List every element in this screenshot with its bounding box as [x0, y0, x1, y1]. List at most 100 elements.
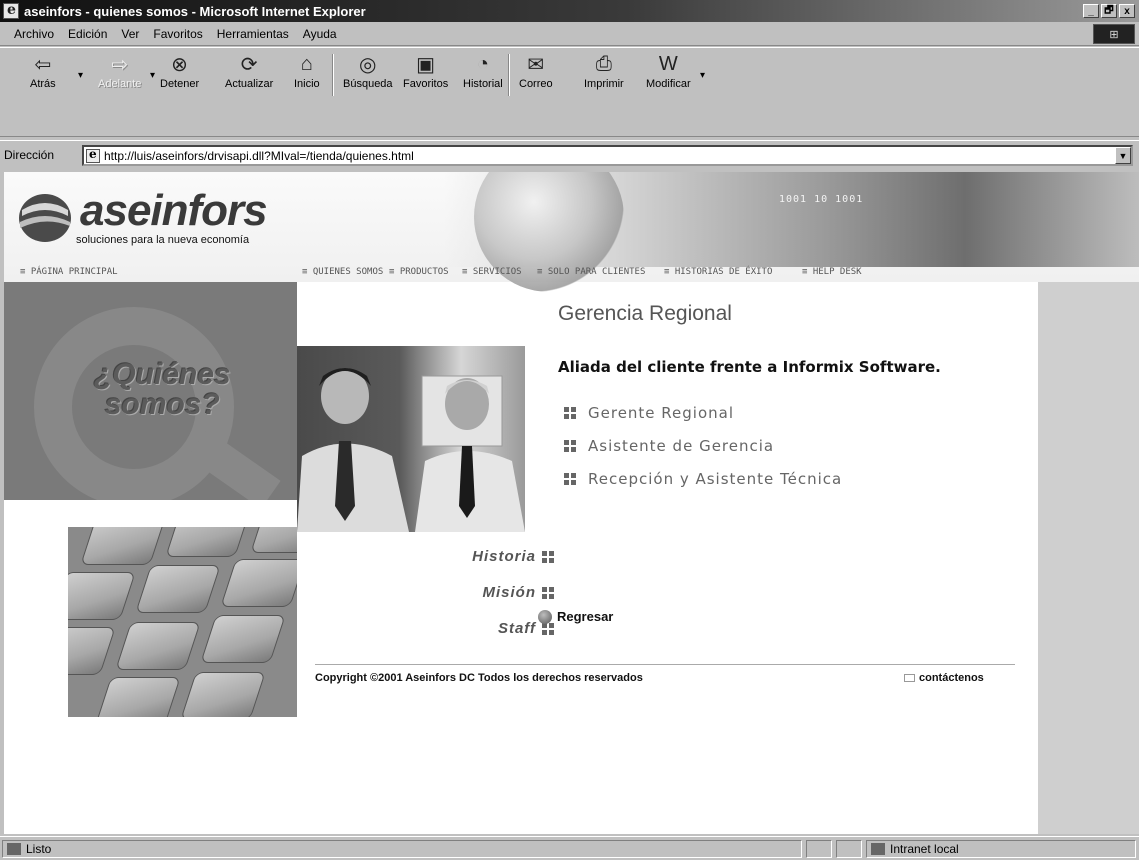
page-title: Gerencia Regional: [558, 302, 732, 325]
nav-historias-de-exito[interactable]: ≡ HISTORIAS DE ÉXITO: [664, 267, 772, 277]
menu-bar: Archivo Edición Ver Favoritos Herramient…: [0, 22, 1139, 46]
refresh-label: Actualizar: [225, 78, 274, 90]
browser-window: aseinfors - quienes somos - Microsoft In…: [0, 0, 1139, 860]
stop-label: Detener: [160, 78, 200, 90]
nav-quienes-somos[interactable]: ≡ QUIENES SOMOS: [302, 267, 383, 277]
address-url: http://luis/aseinfors/drvisapi.dll?MIval…: [104, 148, 414, 163]
left-decoration: ¿Quiénes somos?: [4, 282, 297, 834]
address-bar: Dirección http://luis/aseinfors/drvisapi…: [0, 140, 1139, 168]
window-title: aseinfors - quienes somos - Microsoft In…: [24, 3, 366, 19]
stop-button[interactable]: ⊗ Detener: [160, 52, 199, 100]
ie-page-icon: [3, 2, 19, 19]
menu-edicion[interactable]: Edición: [68, 27, 107, 41]
menu-ver[interactable]: Ver: [121, 27, 139, 41]
back-link[interactable]: Regresar: [538, 609, 613, 624]
staff-label: Staff: [497, 620, 536, 637]
history-icon: ◔: [476, 52, 489, 75]
quienes-line: ¿Quiénes: [94, 358, 231, 391]
search-label: Búsqueda: [343, 78, 393, 90]
nav-productos[interactable]: ≡ PRODUCTOS: [389, 267, 449, 277]
intranet-icon: [871, 843, 885, 855]
keycap: [68, 627, 116, 675]
back-dropdown-icon[interactable]: ▾: [78, 70, 83, 81]
right-texture-panel: [1038, 282, 1139, 834]
refresh-icon: ⟳: [240, 53, 258, 76]
minimize-button[interactable]: _: [1083, 4, 1099, 18]
status-pane: [836, 840, 862, 858]
link-mision[interactable]: Misión: [483, 584, 554, 601]
forward-label: Adelante: [98, 78, 142, 90]
two-men-photo-graphic: [297, 368, 525, 532]
round-bullet-icon: [538, 609, 552, 624]
keycap: [115, 622, 201, 670]
copyright-rights: Todos los derechos reservados: [477, 672, 643, 684]
title-bar: aseinfors - quienes somos - Microsoft In…: [0, 0, 1139, 22]
edit-label: Modificar: [646, 78, 691, 90]
status-pane: [806, 840, 832, 858]
back-button[interactable]: ⇦ Atrás: [30, 52, 56, 100]
grid-bullet-icon: [564, 407, 576, 419]
nav-servicios[interactable]: ≡ SERVICIOS: [462, 267, 522, 277]
keycap: [180, 672, 266, 717]
gerente-regional-label: Gerente Regional: [588, 404, 735, 422]
grid-bullet-icon: [542, 586, 554, 599]
grid-bullet-icon: [564, 473, 576, 485]
somos-line: somos?: [104, 388, 220, 421]
link-historia[interactable]: Historia: [472, 548, 554, 565]
nav-solo-para-clientes[interactable]: ≡ SOLO PARA CLIENTES: [537, 267, 645, 277]
menu-archivo[interactable]: Archivo: [14, 27, 54, 41]
menu-favoritos[interactable]: Favoritos: [153, 27, 202, 41]
print-label: Imprimir: [584, 78, 624, 90]
keycap: [250, 527, 297, 553]
copyright-text: Copyright ©2001 Aseinfors DC Todos los d…: [315, 672, 643, 684]
restore-button[interactable]: 🗗: [1101, 4, 1117, 18]
print-button[interactable]: ⎙ Imprimir: [584, 52, 624, 100]
address-label: Dirección: [4, 147, 55, 162]
forward-dropdown-icon[interactable]: ▾: [150, 70, 155, 81]
mail-button[interactable]: ✉ Correo: [519, 52, 553, 100]
history-button[interactable]: ◔ Historial: [463, 52, 503, 100]
favorites-folder-icon: ▣: [416, 53, 436, 76]
mail-label: Correo: [519, 78, 553, 90]
page-content: 1001 10 1001 aseinfors soluciones para l…: [4, 172, 1139, 834]
search-button[interactable]: ◎ Búsqueda: [343, 52, 393, 100]
forward-button[interactable]: ⇨ Adelante: [98, 52, 141, 100]
printer-icon: ⎙: [595, 52, 612, 75]
site-logo[interactable]: aseinfors soluciones para la nueva econo…: [16, 186, 316, 256]
big-q-tail: [187, 429, 281, 500]
home-label: Inicio: [294, 78, 320, 90]
standard-toolbar: ⇦ Atrás ▾ ⇨ Adelante ▾ ⊗ Detener ⟳ Actua…: [0, 47, 1139, 137]
status-text: Listo: [26, 842, 52, 856]
envelope-icon: [904, 674, 915, 682]
stop-icon: ⊗: [171, 53, 188, 76]
page-status-icon: [7, 843, 21, 855]
history-label: Historial: [463, 78, 503, 90]
keycap: [68, 572, 136, 620]
home-button[interactable]: ⌂ Inicio: [294, 52, 320, 100]
grid-bullet-icon: [564, 440, 576, 452]
close-button[interactable]: x: [1119, 4, 1135, 18]
menu-ayuda[interactable]: Ayuda: [303, 27, 337, 41]
brand-tagline: soluciones para la nueva economía: [76, 234, 250, 246]
word-edit-icon: W: [658, 52, 678, 75]
edit-dropdown-icon[interactable]: ▾: [700, 70, 705, 81]
link-recepcion-asistente-tecnica[interactable]: Recepción y Asistente Técnica: [564, 470, 842, 488]
copyright-owner: Copyright ©2001 Aseinfors DC: [315, 672, 475, 684]
nav-help-desk[interactable]: ≡ HELP DESK: [802, 267, 862, 277]
link-asistente-de-gerencia[interactable]: Asistente de Gerencia: [564, 437, 774, 455]
address-dropdown-icon[interactable]: ▼: [1115, 147, 1131, 164]
contact-link[interactable]: contáctenos: [904, 672, 984, 684]
edit-button[interactable]: W Modificar: [646, 52, 691, 100]
address-input[interactable]: http://luis/aseinfors/drvisapi.dll?MIval…: [82, 145, 1133, 166]
keyboard-photo: [68, 527, 297, 717]
quienes-somos-title: ¿Quiénes somos?: [94, 360, 231, 420]
refresh-button[interactable]: ⟳ Actualizar: [225, 52, 273, 100]
menu-herramientas[interactable]: Herramientas: [217, 27, 289, 41]
nav-pagina-principal[interactable]: ≡ PÁGINA PRINCIPAL: [20, 267, 118, 277]
status-text-pane: Listo: [2, 840, 802, 858]
favorites-label: Favoritos: [403, 78, 449, 90]
home-icon: ⌂: [300, 52, 313, 75]
link-gerente-regional[interactable]: Gerente Regional: [564, 404, 734, 422]
favorites-button[interactable]: ▣ Favoritos: [403, 52, 448, 100]
keycap: [135, 565, 221, 613]
